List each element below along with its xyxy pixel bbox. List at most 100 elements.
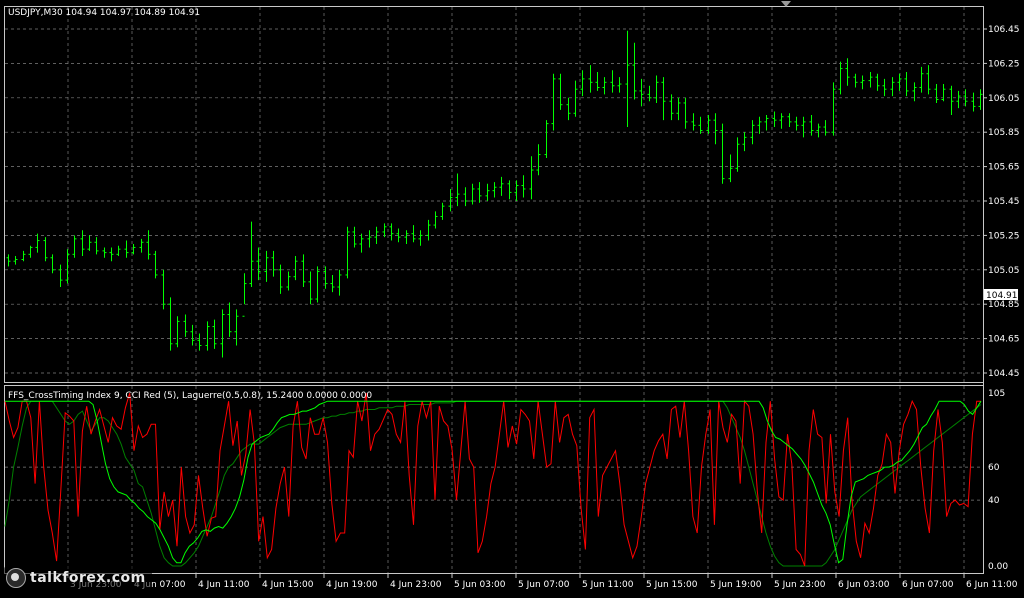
ohlc-bar	[161, 269, 166, 310]
time-axis-label: 5 Jun 03:00	[454, 580, 506, 590]
ohlc-bar	[897, 73, 902, 91]
price-tick-label: 105.85	[988, 128, 1020, 138]
ohlc-bar	[831, 82, 836, 136]
ohlc-bar	[573, 80, 578, 117]
ohlc-bar	[139, 238, 144, 253]
ohlc-bar	[971, 92, 976, 112]
ohlc-bar	[190, 324, 195, 346]
price-tick-label: 105.45	[988, 197, 1020, 207]
ohlc-bar	[58, 264, 63, 287]
ohlc-bar	[566, 97, 571, 121]
ohlc-bar	[485, 183, 490, 201]
ohlc-bar	[124, 240, 129, 258]
ohlc-bar	[315, 266, 320, 303]
ohlc-bar	[109, 247, 114, 262]
ohlc-bar	[286, 271, 291, 291]
ohlc-bar	[205, 321, 210, 351]
ohlc-bar	[683, 97, 688, 129]
chart-canvas[interactable]: 106.45 106.25 106.05 105.85 105.65 105.45 105.…	[0, 0, 1024, 594]
time-axis-label: 6 Jun 03:00	[838, 580, 890, 590]
ohlc-bar	[463, 187, 468, 207]
time-axis-label: 4 Jun 11:00	[198, 580, 250, 590]
time-axis-label: 5 Jun 11:00	[582, 580, 634, 590]
ohlc-bar	[838, 61, 843, 95]
time-axis-label: 6 Jun 07:00	[902, 580, 954, 590]
ohlc-bar	[580, 70, 585, 97]
ohlc-bar	[43, 237, 48, 262]
price-tick-label: 106.45	[988, 25, 1020, 35]
ohlc-bar	[912, 82, 917, 102]
ohlc-bar	[367, 230, 372, 248]
price-tick-label: 106.25	[988, 59, 1020, 69]
ohlc-bar	[713, 113, 718, 145]
ohlc-bar	[433, 211, 438, 229]
ohlc-bar	[212, 319, 217, 349]
ohlc-bar	[787, 113, 792, 128]
ohlc-bar	[868, 72, 873, 88]
ohlc-bar	[220, 309, 225, 358]
ohlc-bar	[102, 247, 107, 258]
ohlc-bar	[691, 113, 696, 131]
cci-red-line	[4, 392, 981, 567]
price-tick-label: 104.45	[988, 369, 1020, 379]
ohlc-bar	[647, 85, 652, 102]
ohlc-bar	[926, 65, 931, 95]
ohlc-bar	[418, 230, 423, 246]
ohlc-bar	[13, 256, 18, 265]
ohlc-bar	[544, 120, 549, 158]
ohlc-bar	[941, 84, 946, 102]
ohlc-bar	[632, 42, 637, 100]
ohlc-bar	[625, 30, 630, 128]
indicator-panel-header: FFS_CrossTiming Index 9, CCI Red (5), La…	[8, 391, 372, 401]
ohlc-bar	[183, 314, 188, 337]
ohlc-bar	[72, 235, 77, 258]
indicator-tick-label: 40	[988, 496, 1000, 506]
ohlc-bar	[919, 66, 924, 93]
ohlc-bar	[440, 202, 445, 220]
ohlc-bar	[669, 94, 674, 121]
indicator-tick-label: 105	[988, 389, 1005, 399]
ohlc-bar	[308, 271, 313, 305]
grid	[5, 7, 983, 573]
ohlc-bar	[477, 182, 482, 203]
price-tick-label: 104.85	[988, 300, 1020, 310]
laguerre-line	[5, 400, 982, 564]
ohlc-bar	[65, 249, 70, 284]
ohlc-bar	[610, 70, 615, 93]
ohlc-bar	[558, 73, 563, 110]
ohlc-bar	[551, 73, 556, 131]
ohlc-bar	[875, 73, 880, 91]
ohlc-bar	[35, 233, 40, 253]
ohlc-bar	[87, 235, 92, 251]
ohlc-bar	[521, 175, 526, 198]
ohlc-bar	[256, 247, 261, 281]
ohlc-bar	[116, 245, 121, 257]
ohlc-bar	[50, 254, 55, 274]
ohlc-bar	[757, 116, 762, 134]
ohlc-bar	[278, 264, 283, 294]
ohlc-bar	[6, 254, 11, 267]
indicator-tick-label: 0.00	[988, 562, 1008, 572]
current-price-tag: 104.91	[984, 289, 1018, 301]
time-axis-label: 5 Jun 19:00	[710, 580, 762, 590]
mt4-chart-window[interactable]: 106.45 106.25 106.05 105.85 105.65 105.45 105.…	[0, 0, 1024, 594]
ohlc-bar	[588, 65, 593, 93]
ohlc-bar	[507, 180, 512, 200]
ohlc-bar	[499, 176, 504, 196]
ohlc-bar	[352, 226, 357, 248]
ohlc-bar	[949, 85, 954, 115]
axes: 106.45 106.25 106.05 105.85 105.65 105.45 105.…	[67, 25, 1020, 590]
ohlc-bar	[779, 113, 784, 129]
ohlc-bar	[146, 230, 151, 260]
ohlc-bar	[271, 250, 276, 277]
ohlc-bar	[823, 120, 828, 136]
ohlc-bar	[404, 230, 409, 244]
ohlc-bar	[389, 223, 394, 241]
watermark-text: talkforex.com	[30, 570, 146, 586]
time-axis-label: 5 Jun 15:00	[646, 580, 698, 590]
price-tick-label: 104.65	[988, 335, 1020, 345]
ohlc-bar	[330, 274, 335, 293]
ohlc-bar	[742, 132, 747, 152]
indicator-lines	[4, 392, 982, 567]
ohlc-bar	[801, 116, 806, 138]
